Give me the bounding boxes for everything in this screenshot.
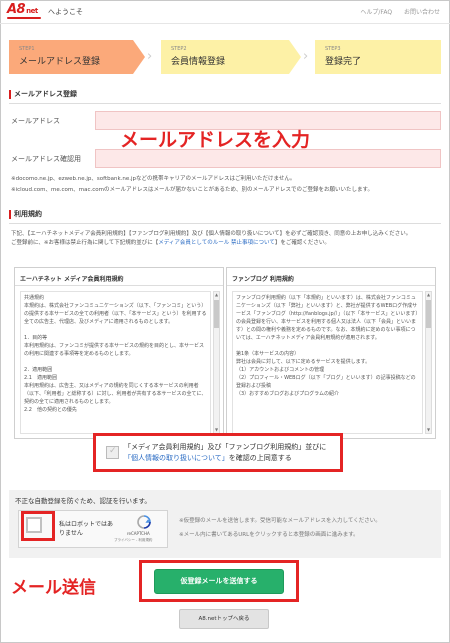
chevron-right-icon: › bbox=[147, 49, 153, 64]
step-label: 登録完了 bbox=[325, 57, 362, 67]
step-number: STEP1 bbox=[19, 46, 35, 52]
step-number: STEP2 bbox=[171, 46, 187, 52]
fanblog-terms-text[interactable]: ファンブログ利用規約（以下「本規約」といいます）は、株式会社ファンコミュニケーシ… bbox=[232, 291, 423, 434]
url-note: ※メール内に書いてあるURLをクリックすると本登録の画面に進みます。 bbox=[179, 532, 359, 538]
step-label: 会員情報登録 bbox=[171, 57, 226, 67]
recaptcha-links[interactable]: プライバシー - 利用規約 bbox=[114, 538, 152, 543]
scroll-up-icon[interactable]: ▲ bbox=[214, 292, 219, 298]
submit-highlight: 仮登録メールを送信する bbox=[139, 560, 299, 602]
step-number: STEP3 bbox=[325, 46, 341, 52]
scroll-thumb[interactable] bbox=[426, 300, 431, 328]
email-label: メールアドレス bbox=[11, 117, 60, 125]
terms-intro-text: 下記、【エーハチネットメディア会員利用規約】【ファンブログ利用規約】及び【個人情… bbox=[11, 231, 412, 237]
scroll-down-icon[interactable]: ▼ bbox=[426, 427, 431, 433]
step-arrow bbox=[133, 40, 145, 74]
email-section-heading: メールアドレス登録 bbox=[9, 89, 441, 104]
step-indicator: STEP1 メールアドレス登録 › STEP2 会員情報登録 › STEP3 登… bbox=[9, 40, 441, 74]
media-terms-title: エーハチネット メディア会員利用規約 bbox=[15, 268, 223, 286]
scroll-up-icon[interactable]: ▲ bbox=[426, 292, 431, 298]
privacy-policy-link[interactable]: 「個人情報の取り扱いについて」 bbox=[124, 454, 229, 462]
help-faq-link[interactable]: ヘルプ/FAQ bbox=[360, 9, 392, 16]
chevron-right-icon: › bbox=[303, 49, 309, 64]
agree-checkbox[interactable] bbox=[106, 446, 119, 459]
recaptcha-label: 私はロボットではありません bbox=[59, 521, 114, 537]
email-input-annotation: メールアドレスを入力 bbox=[120, 129, 311, 151]
recaptcha-highlight bbox=[21, 511, 55, 541]
media-terms-text[interactable]: 共通規約 本規約は、株式会社ファンコミュニケーションズ（以下、「ファンコミ」とい… bbox=[20, 291, 211, 434]
email-confirm-label: メールアドレス確認用 bbox=[11, 155, 81, 163]
captcha-section: 不正な自動登録を防ぐため、認証を行います。 私はロボットではありません reCA… bbox=[9, 490, 441, 558]
send-note: ※仮登録のメールを送信します。受信可能なメールアドレスを入力してください。 bbox=[179, 518, 381, 524]
agree-label: 「メディア会員利用規約」及び「ファンブログ利用規約」並びに 「個人情報の取り扱い… bbox=[124, 442, 339, 464]
welcome-text: へようこそ bbox=[48, 8, 83, 16]
step-1: STEP1 メールアドレス登録 bbox=[9, 40, 133, 74]
logo-sub: net bbox=[26, 7, 38, 15]
step-arrow bbox=[289, 40, 301, 74]
recaptcha-brand: reCAPTCHA bbox=[127, 531, 150, 536]
contact-link[interactable]: お問い合わせ bbox=[404, 9, 440, 16]
scrollbar[interactable]: ▲ ▼ bbox=[213, 291, 220, 434]
step-3: STEP3 登録完了 bbox=[315, 40, 441, 74]
back-to-top-button[interactable]: A8.netトップへ戻る bbox=[179, 609, 269, 629]
step-2: STEP2 会員情報登録 bbox=[161, 40, 289, 74]
agree-highlight: 「メディア会員利用規約」及び「ファンブログ利用規約」並びに 「個人情報の取り扱い… bbox=[93, 433, 343, 472]
terms-section-heading: 利用規約 bbox=[9, 209, 441, 224]
a8net-logo[interactable]: A8net bbox=[7, 2, 38, 17]
send-registration-email-button[interactable]: 仮登録メールを送信する bbox=[154, 569, 284, 594]
media-terms-box: エーハチネット メディア会員利用規約 共通規約 本規約は、株式会社ファンコミュニ… bbox=[14, 267, 224, 439]
captcha-title: 不正な自動登録を防ぐため、認証を行います。 bbox=[15, 497, 151, 505]
scrollbar[interactable]: ▲ ▼ bbox=[425, 291, 432, 434]
scroll-thumb[interactable] bbox=[214, 300, 219, 328]
logo-underline bbox=[7, 17, 41, 19]
fanblog-terms-title: ファンブログ 利用規約 bbox=[227, 268, 435, 286]
terms-intro-text-b: ご登録前に、※お客様は禁止行為に関して下記規約並びに【 bbox=[11, 240, 159, 246]
recaptcha-widget: 私はロボットではありません reCAPTCHA プライバシー - 利用規約 bbox=[18, 510, 168, 548]
logo-main: A8 bbox=[7, 2, 26, 17]
prohibited-rules-link[interactable]: メディア会員としてのルール 禁止事項について bbox=[158, 240, 275, 246]
header-links: ヘルプ/FAQ お問い合わせ bbox=[350, 7, 440, 16]
agree-text-a: 「メディア会員利用規約」及び「ファンブログ利用規約」並びに bbox=[124, 443, 327, 451]
step-label: メールアドレス登録 bbox=[19, 57, 101, 67]
carrier-note: ※docomo.ne.jp、ezweb.ne.jp、softbank.ne.jp… bbox=[11, 176, 296, 182]
terms-intro-text-c: 】をご確認ください。 bbox=[274, 240, 330, 246]
header: A8net へようこそ ヘルプ/FAQ お問い合わせ bbox=[0, 0, 450, 24]
icloud-note: ※icloud.com、me.com、mac.comのメールアドレスはメールが届… bbox=[11, 187, 373, 193]
submit-annotation: メール送信 bbox=[11, 578, 96, 598]
recaptcha-icon bbox=[137, 515, 151, 529]
fanblog-terms-box: ファンブログ 利用規約 ファンブログ利用規約（以下「本規約」といいます）は、株式… bbox=[226, 267, 436, 439]
terms-intro: 下記、【エーハチネットメディア会員利用規約】【ファンブログ利用規約】及び【個人情… bbox=[11, 230, 443, 248]
agree-text-b: を確認の上同意する bbox=[228, 454, 292, 462]
